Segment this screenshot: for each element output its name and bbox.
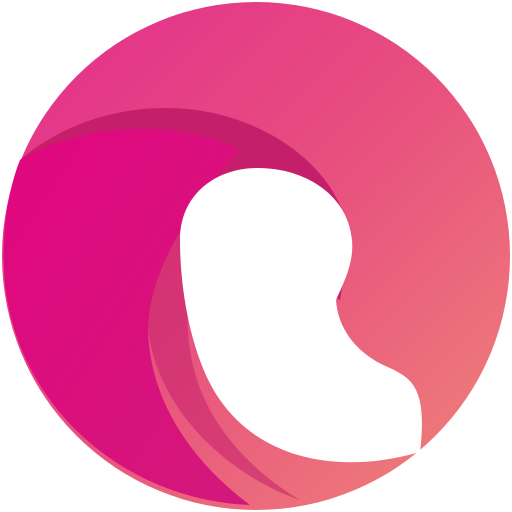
logo-canvas — [0, 0, 512, 512]
wave-swirl-logo-icon — [2, 2, 510, 510]
